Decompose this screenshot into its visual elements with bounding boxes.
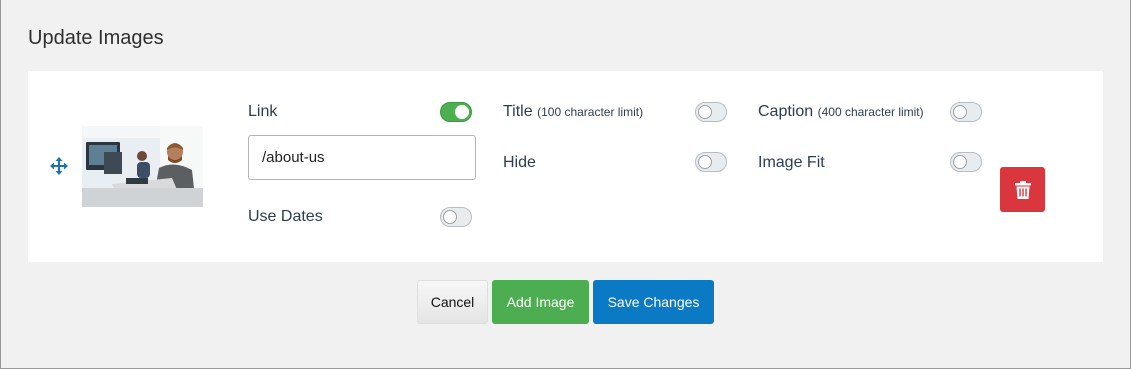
caption-limit-hint: (400 character limit) [817,105,924,119]
title-limit-hint: (100 character limit) [537,105,644,119]
caption-label: Caption (400 character limit) [758,103,924,121]
toggle-knob [953,155,967,169]
caption-toggle[interactable] [950,102,982,122]
toggle-knob [455,105,469,119]
link-url-input[interactable] [248,135,476,180]
add-image-button[interactable]: Add Image [492,280,589,324]
toggle-knob [443,210,457,224]
toggle-knob [698,155,712,169]
title-toggle[interactable] [695,102,727,122]
image-fit-label: Image Fit [758,154,825,171]
toggle-knob [953,105,967,119]
move-arrows-icon[interactable] [50,157,68,175]
save-changes-button[interactable]: Save Changes [593,280,714,324]
link-toggle[interactable] [440,102,472,122]
delete-image-button[interactable] [1000,167,1045,212]
cancel-button[interactable]: Cancel [417,280,488,324]
title-label-text: Title [503,103,533,120]
use-dates-toggle[interactable] [440,207,472,227]
toggle-knob [698,105,712,119]
title-label: Title (100 character limit) [503,103,643,121]
use-dates-label: Use Dates [248,208,323,225]
link-label: Link [248,103,278,120]
image-item-card: Link Use Dates Title (100 character limi… [28,71,1103,262]
caption-label-text: Caption [758,103,814,120]
image-fit-toggle[interactable] [950,152,982,172]
hide-toggle[interactable] [695,152,727,172]
section-title: Update Images [28,27,164,49]
hide-label: Hide [503,154,536,171]
image-thumbnail [82,126,203,207]
trash-icon [1014,180,1031,199]
